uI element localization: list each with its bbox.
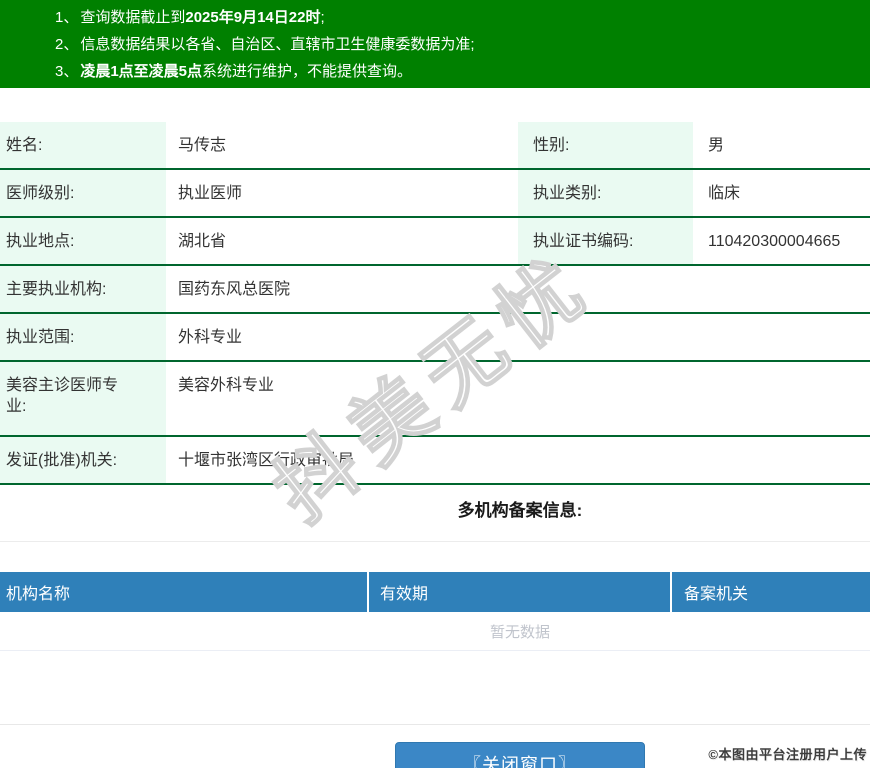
field-value-doctor-level: 执业医师: [178, 185, 243, 202]
column-header-institution-name: 机构名称: [6, 586, 71, 603]
notice-text: 信息数据结果以各省、自治区、直辖市卫生健康委数据为准;: [80, 36, 475, 53]
close-window-button[interactable]: 〖关闭窗口〗: [395, 742, 645, 768]
field-value-issuing-authority: 十堰市张湾区行政审批局: [178, 452, 355, 469]
notice-text-bold: 2025年9月14日22时: [185, 9, 321, 26]
section-divider: [0, 541, 870, 542]
field-value-gender: 男: [708, 137, 725, 154]
field-value-main-institution: 国药东风总医院: [178, 281, 291, 298]
field-value-practice-scope: 外科专业: [178, 329, 243, 346]
notice-item: 2、 信息数据结果以各省、自治区、直辖市卫生健康委数据为准;: [55, 31, 870, 58]
field-value-practice-location: 湖北省: [178, 233, 227, 250]
field-label-practice-category: 执业类别:: [518, 170, 693, 216]
column-header-validity-period: 有效期: [367, 572, 670, 612]
field-value-practice-category: 临床: [708, 185, 741, 202]
query-result-page: 1、 查询数据截止到2025年9月14日22时; 2、 信息数据结果以各省、自治区、…: [0, 0, 870, 768]
field-label-practice-location: 执业地点:: [0, 218, 166, 264]
table-row: 医师级别: 执业医师 执业类别: 临床: [0, 170, 870, 218]
content-spacer: [0, 651, 870, 725]
notice-text: 系统进行维护，不能提供查询。: [202, 63, 413, 80]
table-row: 主要执业机构: 国药东风总医院: [0, 266, 870, 314]
field-label-certificate-number: 执业证书编码:: [518, 218, 693, 264]
notice-text-bold: 凌晨1点至凌晨5点: [80, 63, 203, 80]
table-header-row: 机构名称 有效期 备案机关: [0, 572, 870, 612]
multi-institution-table: 机构名称 有效期 备案机关 暂无数据: [0, 572, 870, 651]
column-header-filing-authority: 备案机关: [670, 572, 870, 612]
field-label-gender: 性别:: [518, 122, 693, 168]
notice-text: 查询数据截止到: [80, 9, 186, 26]
section-title-multi-institution: 多机构备案信息:: [457, 501, 583, 520]
table-row: 执业地点: 湖北省 执业证书编码: 110420300004665: [0, 218, 870, 266]
field-label-doctor-level: 医师级别:: [0, 170, 166, 216]
notice-text: ;: [320, 9, 325, 26]
field-label-issuing-authority: 发证(批准)机关:: [0, 437, 166, 483]
notice-banner: 1、 查询数据截止到2025年9月14日22时; 2、 信息数据结果以各省、自治区、…: [0, 0, 870, 88]
notice-number: 2、: [55, 36, 79, 53]
notice-number: 1、: [55, 9, 79, 26]
table-row: 美容主诊医师专业: 美容外科专业: [0, 362, 870, 437]
field-label-cosmetic-specialty: 美容主诊医师专业:: [0, 362, 166, 435]
field-value-cosmetic-specialty: 美容外科专业: [178, 377, 275, 394]
copyright-watermark: ©本图由平台注册用户上传: [708, 747, 867, 762]
notice-number: 3、: [55, 63, 79, 80]
notice-item: 1、 查询数据截止到2025年9月14日22时;: [55, 4, 870, 31]
field-label-name: 姓名:: [0, 122, 166, 168]
table-row: 执业范围: 外科专业: [0, 314, 870, 362]
table-row: 姓名: 马传志 性别: 男: [0, 122, 870, 170]
field-label-main-institution: 主要执业机构:: [0, 266, 166, 312]
empty-data-placeholder: 暂无数据: [0, 612, 870, 651]
content-container: 1、 查询数据截止到2025年9月14日22时; 2、 信息数据结果以各省、自治区、…: [0, 0, 870, 768]
doctor-info-table: 姓名: 马传志 性别: 男 医师级别: 执业医师 执业类别: 临床 执业地点: …: [0, 122, 870, 485]
field-value-certificate-number: 110420300004665: [708, 233, 841, 250]
field-label-practice-scope: 执业范围:: [0, 314, 166, 360]
table-row: 发证(批准)机关: 十堰市张湾区行政审批局: [0, 437, 870, 485]
field-value-name: 马传志: [178, 137, 227, 154]
notice-item: 3、 凌晨1点至凌晨5点系统进行维护，不能提供查询。: [55, 58, 870, 85]
